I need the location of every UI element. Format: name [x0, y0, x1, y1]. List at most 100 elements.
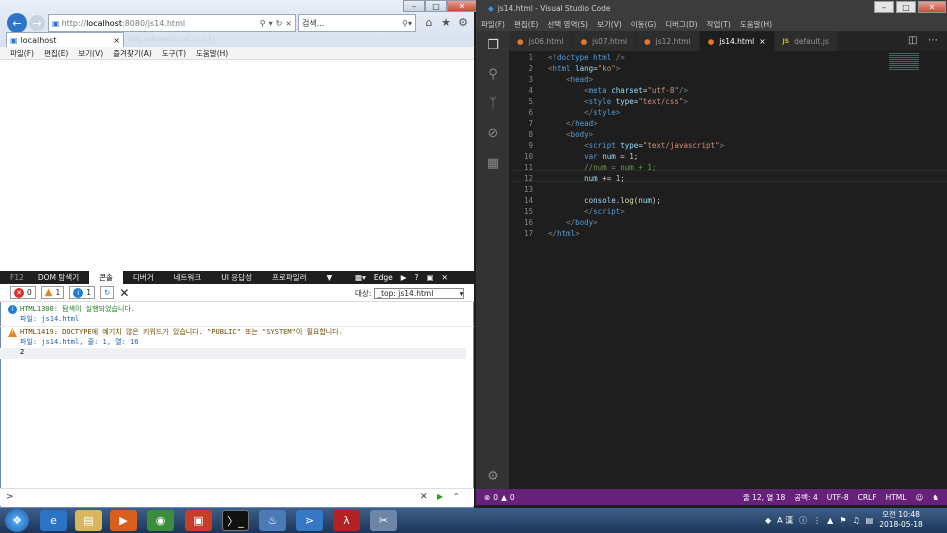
- source-control-icon[interactable]: ᛉ: [485, 95, 501, 111]
- tray-icon[interactable]: ◆: [765, 516, 771, 525]
- console-icon[interactable]: ▶: [401, 273, 407, 282]
- errors-filter[interactable]: ✕ 0: [10, 286, 36, 299]
- page-viewport[interactable]: [0, 60, 474, 272]
- tab-debugger[interactable]: 디버거: [123, 272, 164, 283]
- new-tab-ghost[interactable]: blog.soltaoresh.net.com.kr: [128, 35, 278, 45]
- expand-icon[interactable]: ⌃: [453, 492, 460, 501]
- more-tabs-icon[interactable]: ▼: [317, 273, 343, 282]
- gear-icon[interactable]: ⚙: [485, 468, 501, 484]
- vscode-taskbar-icon[interactable]: ⋗: [296, 510, 323, 531]
- minimize-button[interactable]: –: [403, 0, 425, 12]
- forward-button[interactable]: →: [29, 15, 45, 31]
- encoding[interactable]: UTF-8: [827, 493, 849, 502]
- java-icon[interactable]: ♨: [259, 510, 286, 531]
- tab-js14[interactable]: ● js14.html ×: [699, 31, 775, 51]
- app-icon[interactable]: ▣: [185, 510, 212, 531]
- clock[interactable]: 오전 10:48 2018-05-18: [879, 510, 923, 530]
- refresh-icon[interactable]: ↻: [276, 19, 283, 28]
- clear-console-icon[interactable]: ✕: [119, 286, 129, 300]
- maximize-button[interactable]: □: [425, 0, 447, 12]
- feedback-smiley-icon[interactable]: ☺: [915, 493, 923, 502]
- menu-go[interactable]: 이동(G): [631, 19, 656, 30]
- volume-icon[interactable]: ♫: [853, 516, 860, 525]
- explorer-icon[interactable]: ❐: [485, 37, 501, 53]
- tab-ui-responsiveness[interactable]: UI 응답성: [211, 272, 262, 283]
- address-bar[interactable]: ▣ http://localhost:8080/js14.html ⚲ ▾ ↻ …: [48, 14, 296, 32]
- tab-network[interactable]: 네트워크: [164, 272, 212, 283]
- message-source[interactable]: 파일: js14.html: [20, 314, 470, 324]
- console-message[interactable]: ! HTML1419: DOCTYPE에 예기치 않은 키워드가 있습니다. "…: [8, 327, 470, 349]
- close-icon[interactable]: ✕: [442, 273, 448, 282]
- tab-default-js[interactable]: JS default.js: [774, 31, 838, 51]
- action-center-flag-icon[interactable]: ⚑: [839, 516, 846, 525]
- display-icon[interactable]: ▤: [866, 516, 874, 525]
- menu-selection[interactable]: 선택 영역(S): [547, 19, 588, 30]
- chrome-icon[interactable]: ◉: [147, 510, 174, 531]
- back-button[interactable]: ←: [7, 13, 27, 33]
- menu-favorites[interactable]: 즐겨찾기(A): [113, 48, 152, 59]
- menu-help[interactable]: 도움말(H): [196, 48, 228, 59]
- dropdown-icon[interactable]: ▾: [269, 19, 273, 28]
- tab-js12[interactable]: ● js12.html: [636, 31, 700, 51]
- home-icon[interactable]: ⌂: [422, 15, 436, 29]
- search-icon[interactable]: ⚲: [485, 66, 501, 82]
- message-source[interactable]: 파일: js14.html, 줄: 1, 열: 16: [20, 337, 470, 347]
- target-dropdown[interactable]: _top: js14.html ▾: [374, 288, 465, 299]
- ie-taskbar-icon[interactable]: e: [40, 510, 67, 531]
- tray-overflow-icon[interactable]: ⋮: [813, 516, 821, 525]
- command-prompt-icon[interactable]: 〉_: [222, 510, 249, 531]
- indentation[interactable]: 공백: 4: [794, 492, 817, 503]
- close-tab-icon[interactable]: ×: [759, 37, 765, 46]
- more-actions-icon[interactable]: ⋯: [928, 35, 938, 46]
- extensions-icon[interactable]: ▦: [485, 155, 501, 171]
- close-window-button[interactable]: ✕: [447, 0, 477, 12]
- minimize-button[interactable]: –: [874, 1, 894, 13]
- language-mode[interactable]: HTML: [886, 493, 907, 502]
- snipping-tool-icon[interactable]: ✂: [370, 510, 397, 531]
- debug-icon[interactable]: ⊘: [485, 125, 501, 141]
- clear-on-navigate-toggle[interactable]: ↻: [100, 286, 115, 299]
- close-icon[interactable]: ×: [285, 19, 292, 28]
- cursor-position[interactable]: 줄 12, 열 18: [743, 492, 785, 503]
- media-player-icon[interactable]: ▶: [110, 510, 137, 531]
- problems-indicator[interactable]: ⊗ 0 ▲ 0: [484, 493, 515, 502]
- tab-console[interactable]: 콘솔: [89, 271, 123, 284]
- close-tab-icon[interactable]: ×: [113, 36, 120, 45]
- minimap[interactable]: [889, 53, 919, 71]
- menu-edit[interactable]: 편집(E): [44, 48, 68, 59]
- info-filter[interactable]: i 1: [69, 286, 96, 299]
- menu-edit[interactable]: 편집(E): [514, 19, 538, 30]
- warnings-filter[interactable]: ▲ 1: [40, 286, 65, 299]
- browser-tab[interactable]: ▣ localhost ×: [6, 32, 124, 47]
- gear-icon[interactable]: ⚙: [456, 15, 470, 29]
- notification-bell-icon[interactable]: ♞: [932, 493, 939, 502]
- code-editor[interactable]: 1 2 3 4 5 6 7 8 9 10 11 12 13 14 15 16 17 <!doctype html…: [509, 51, 947, 489]
- search-input[interactable]: 검색... ⚲▾: [298, 14, 416, 32]
- pin-icon[interactable]: ▣: [427, 273, 434, 282]
- console-input[interactable]: > ✕ ▶ ⌃: [0, 488, 474, 506]
- start-button-icon[interactable]: ❖: [5, 509, 29, 532]
- menu-file[interactable]: 파일(F): [481, 19, 505, 30]
- menu-debug[interactable]: 디버그(D): [665, 19, 697, 30]
- run-icon[interactable]: ▶: [437, 492, 443, 501]
- favorites-star-icon[interactable]: ★: [439, 15, 453, 29]
- tab-dom-explorer[interactable]: DOM 탐색기: [28, 272, 89, 283]
- emulation-icon[interactable]: ▩▾: [355, 273, 366, 282]
- acrobat-icon[interactable]: λ: [333, 510, 360, 531]
- network-icon[interactable]: ▲: [827, 516, 833, 525]
- menu-view[interactable]: 보기(V): [597, 19, 622, 30]
- document-mode[interactable]: Edge: [374, 273, 393, 282]
- tab-js07[interactable]: ● js07.html: [572, 31, 637, 51]
- tab-js06[interactable]: ● js06.html: [509, 31, 573, 51]
- search-dropdown-icon[interactable]: ⚲: [260, 19, 266, 28]
- tab-profiler[interactable]: 프로파일러: [262, 272, 317, 283]
- help-icon[interactable]: ?: [415, 273, 419, 282]
- menu-view[interactable]: 보기(V): [78, 48, 103, 59]
- menu-tools[interactable]: 도구(T): [162, 48, 186, 59]
- clear-input-icon[interactable]: ✕: [420, 492, 428, 502]
- help-icon[interactable]: ⓘ: [799, 515, 807, 526]
- menu-tasks[interactable]: 작업(T): [707, 19, 731, 30]
- menu-file[interactable]: 파일(F): [10, 48, 34, 59]
- menu-help[interactable]: 도움말(H): [740, 19, 772, 30]
- search-icon[interactable]: ⚲▾: [402, 19, 412, 28]
